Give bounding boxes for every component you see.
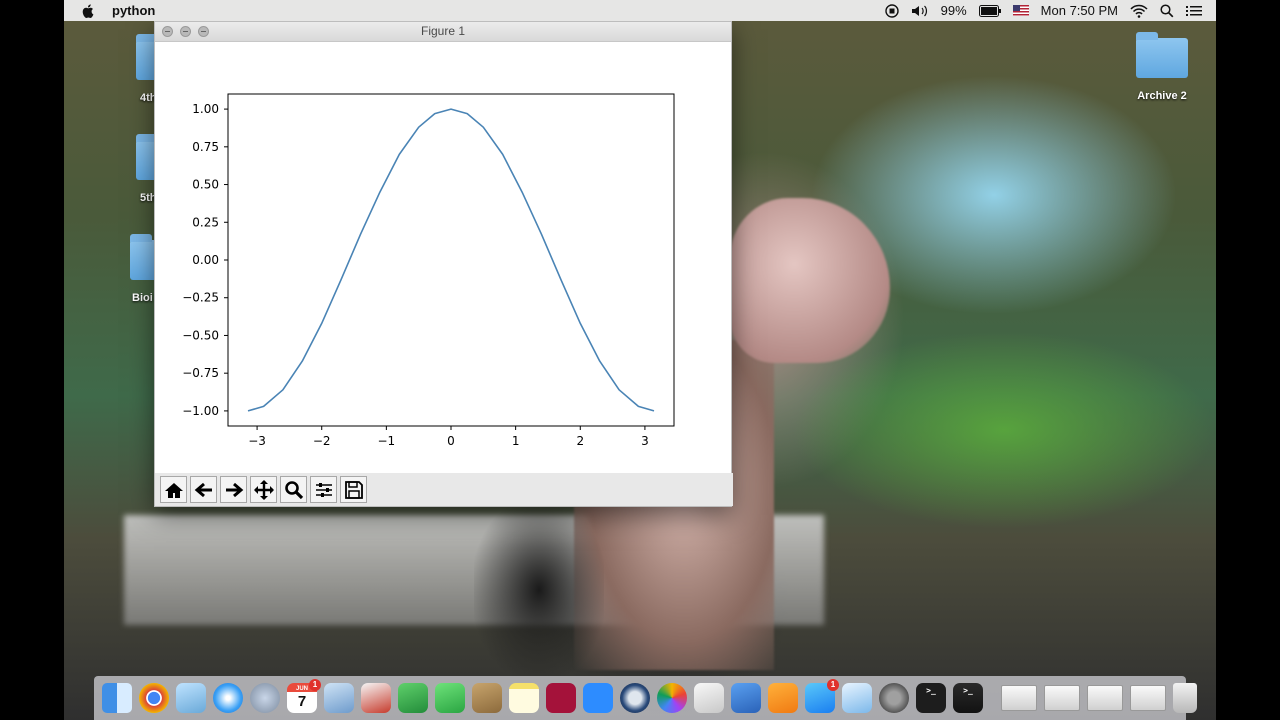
mendeley-icon[interactable] — [546, 683, 576, 713]
spotlight-search-icon[interactable] — [1160, 3, 1174, 18]
ibooks-icon[interactable] — [768, 683, 798, 713]
zoom-magnifier-icon — [284, 480, 303, 499]
safari-icon[interactable] — [213, 683, 243, 713]
save-floppy-icon — [344, 480, 363, 499]
minimized-window-4[interactable] — [1130, 685, 1166, 711]
letterbox-right — [1216, 0, 1280, 720]
active-app-name[interactable]: python — [112, 3, 155, 18]
minimized-window-2[interactable] — [1044, 685, 1080, 711]
photos-icon[interactable] — [657, 683, 687, 713]
x-tick-label: 1 — [512, 434, 520, 448]
x-tick-label: −2 — [313, 434, 331, 448]
menubar-status-area: 99% Mon 7:50 PM — [884, 3, 1216, 18]
desktop-folder-archive-2[interactable]: Archive 2 — [1124, 32, 1200, 102]
notification-badge: 1 — [827, 679, 839, 691]
x-tick-label: −1 — [378, 434, 396, 448]
wifi-icon[interactable] — [1130, 4, 1148, 18]
y-tick-label: 0.50 — [192, 178, 219, 192]
calendar-icon[interactable]: JUN 7 1 — [287, 679, 321, 713]
textedit-icon[interactable] — [694, 683, 724, 713]
messages-icon[interactable] — [842, 683, 872, 713]
menubar: python 99% Mon 7:50 PM — [64, 0, 1216, 21]
zoom-icon[interactable] — [583, 683, 613, 713]
y-tick-label: −0.75 — [182, 366, 219, 380]
record-status-icon[interactable] — [884, 3, 899, 18]
figure-window: Figure 1 −3 −2 −1 0 1 2 3 1.00 0.75 0.50 0.25 0.00−… — [154, 21, 733, 507]
notes-icon[interactable] — [509, 683, 539, 713]
facetime-icon[interactable] — [435, 683, 465, 713]
home-icon — [164, 482, 183, 498]
back-button[interactable] — [190, 476, 217, 503]
window-title: Figure 1 — [420, 24, 466, 38]
preview-icon[interactable] — [176, 683, 206, 713]
dock: JUN 7 1 1 >_ >_ — [94, 676, 1197, 720]
ccleaner-icon[interactable] — [361, 683, 391, 713]
figure-canvas[interactable]: −3 −2 −1 0 1 2 3 1.00 0.75 0.50 0.25 0.00 −0.25 −0.50… — [155, 42, 731, 473]
subplots-config-icon — [315, 482, 332, 497]
notification-center-icon[interactable] — [1186, 5, 1202, 17]
mail-icon[interactable] — [324, 683, 354, 713]
us-flag-input-icon[interactable] — [1012, 5, 1029, 16]
contacts-icon[interactable] — [472, 683, 502, 713]
x-tick-label: −3 — [248, 434, 266, 448]
chrome-icon[interactable] — [139, 683, 169, 713]
calendar-day: 7 — [297, 693, 307, 710]
letterbox-left — [0, 0, 64, 720]
minimized-window-3[interactable] — [1087, 685, 1123, 711]
forward-button[interactable] — [220, 476, 247, 503]
trash-icon[interactable] — [1173, 683, 1197, 713]
volume-icon[interactable] — [911, 4, 929, 18]
system-preferences-icon[interactable] — [879, 683, 909, 713]
menubar-clock[interactable]: Mon 7:50 PM — [1041, 3, 1118, 18]
calendar-month: JUN — [295, 686, 308, 692]
y-tick-label: −1.00 — [182, 404, 219, 418]
back-arrow-icon — [194, 482, 212, 497]
numbers-icon[interactable] — [398, 683, 428, 713]
notification-badge: 1 — [309, 679, 321, 691]
pan-icon — [253, 479, 274, 500]
x-tick-label: 0 — [447, 434, 455, 448]
save-figure-button[interactable] — [340, 476, 367, 503]
navigation-toolbar — [155, 473, 733, 506]
battery-percent[interactable]: 99% — [941, 3, 967, 18]
folder-icon — [1136, 32, 1188, 78]
zoom-window-button[interactable] — [198, 26, 209, 37]
desktop: python 99% Mon 7:50 PM 4th 5th Bioi Arch… — [64, 0, 1216, 720]
y-tick-label: 1.00 — [192, 102, 219, 116]
background-photo-shadow — [474, 500, 604, 680]
keynote-icon[interactable] — [731, 683, 761, 713]
window-titlebar[interactable]: Figure 1 — [155, 22, 731, 42]
forward-arrow-icon — [225, 482, 243, 497]
finder-icon[interactable] — [102, 683, 132, 713]
quicktime-icon[interactable] — [620, 683, 650, 713]
battery-icon[interactable] — [978, 4, 1001, 17]
y-tick-label: 0.75 — [192, 140, 219, 154]
plot-svg: −3 −2 −1 0 1 2 3 1.00 0.75 0.50 0.25 0.00 −0.25 −0.50… — [182, 93, 675, 448]
appstore-icon[interactable]: 1 — [805, 679, 839, 713]
axes-frame — [227, 93, 675, 427]
y-tick-label: −0.50 — [182, 328, 219, 342]
background-photo-mushroom-cap — [730, 198, 890, 363]
terminal-prompt-glyph: >_ — [926, 686, 936, 695]
terminal-prompt-glyph: >_ — [963, 686, 973, 695]
launchpad-icon[interactable] — [250, 683, 280, 713]
configure-subplots-button[interactable] — [310, 476, 337, 503]
y-tick-label: 0.00 — [192, 253, 219, 267]
minimize-window-button[interactable] — [180, 26, 191, 37]
pan-button[interactable] — [250, 476, 277, 503]
terminal-icon[interactable]: >_ — [916, 683, 946, 713]
y-tick-label: −0.25 — [182, 291, 219, 305]
close-window-button[interactable] — [162, 26, 173, 37]
zoom-button[interactable] — [280, 476, 307, 503]
minimized-window-1[interactable] — [1001, 685, 1037, 711]
y-tick-label: 0.25 — [192, 215, 219, 229]
apple-menu-icon[interactable] — [82, 3, 94, 18]
console-icon[interactable]: >_ — [953, 683, 983, 713]
x-tick-label: 2 — [576, 434, 584, 448]
home-button[interactable] — [160, 476, 187, 503]
x-tick-label: 3 — [641, 434, 649, 448]
desktop-folder-label: Archive 2 — [1137, 90, 1187, 102]
